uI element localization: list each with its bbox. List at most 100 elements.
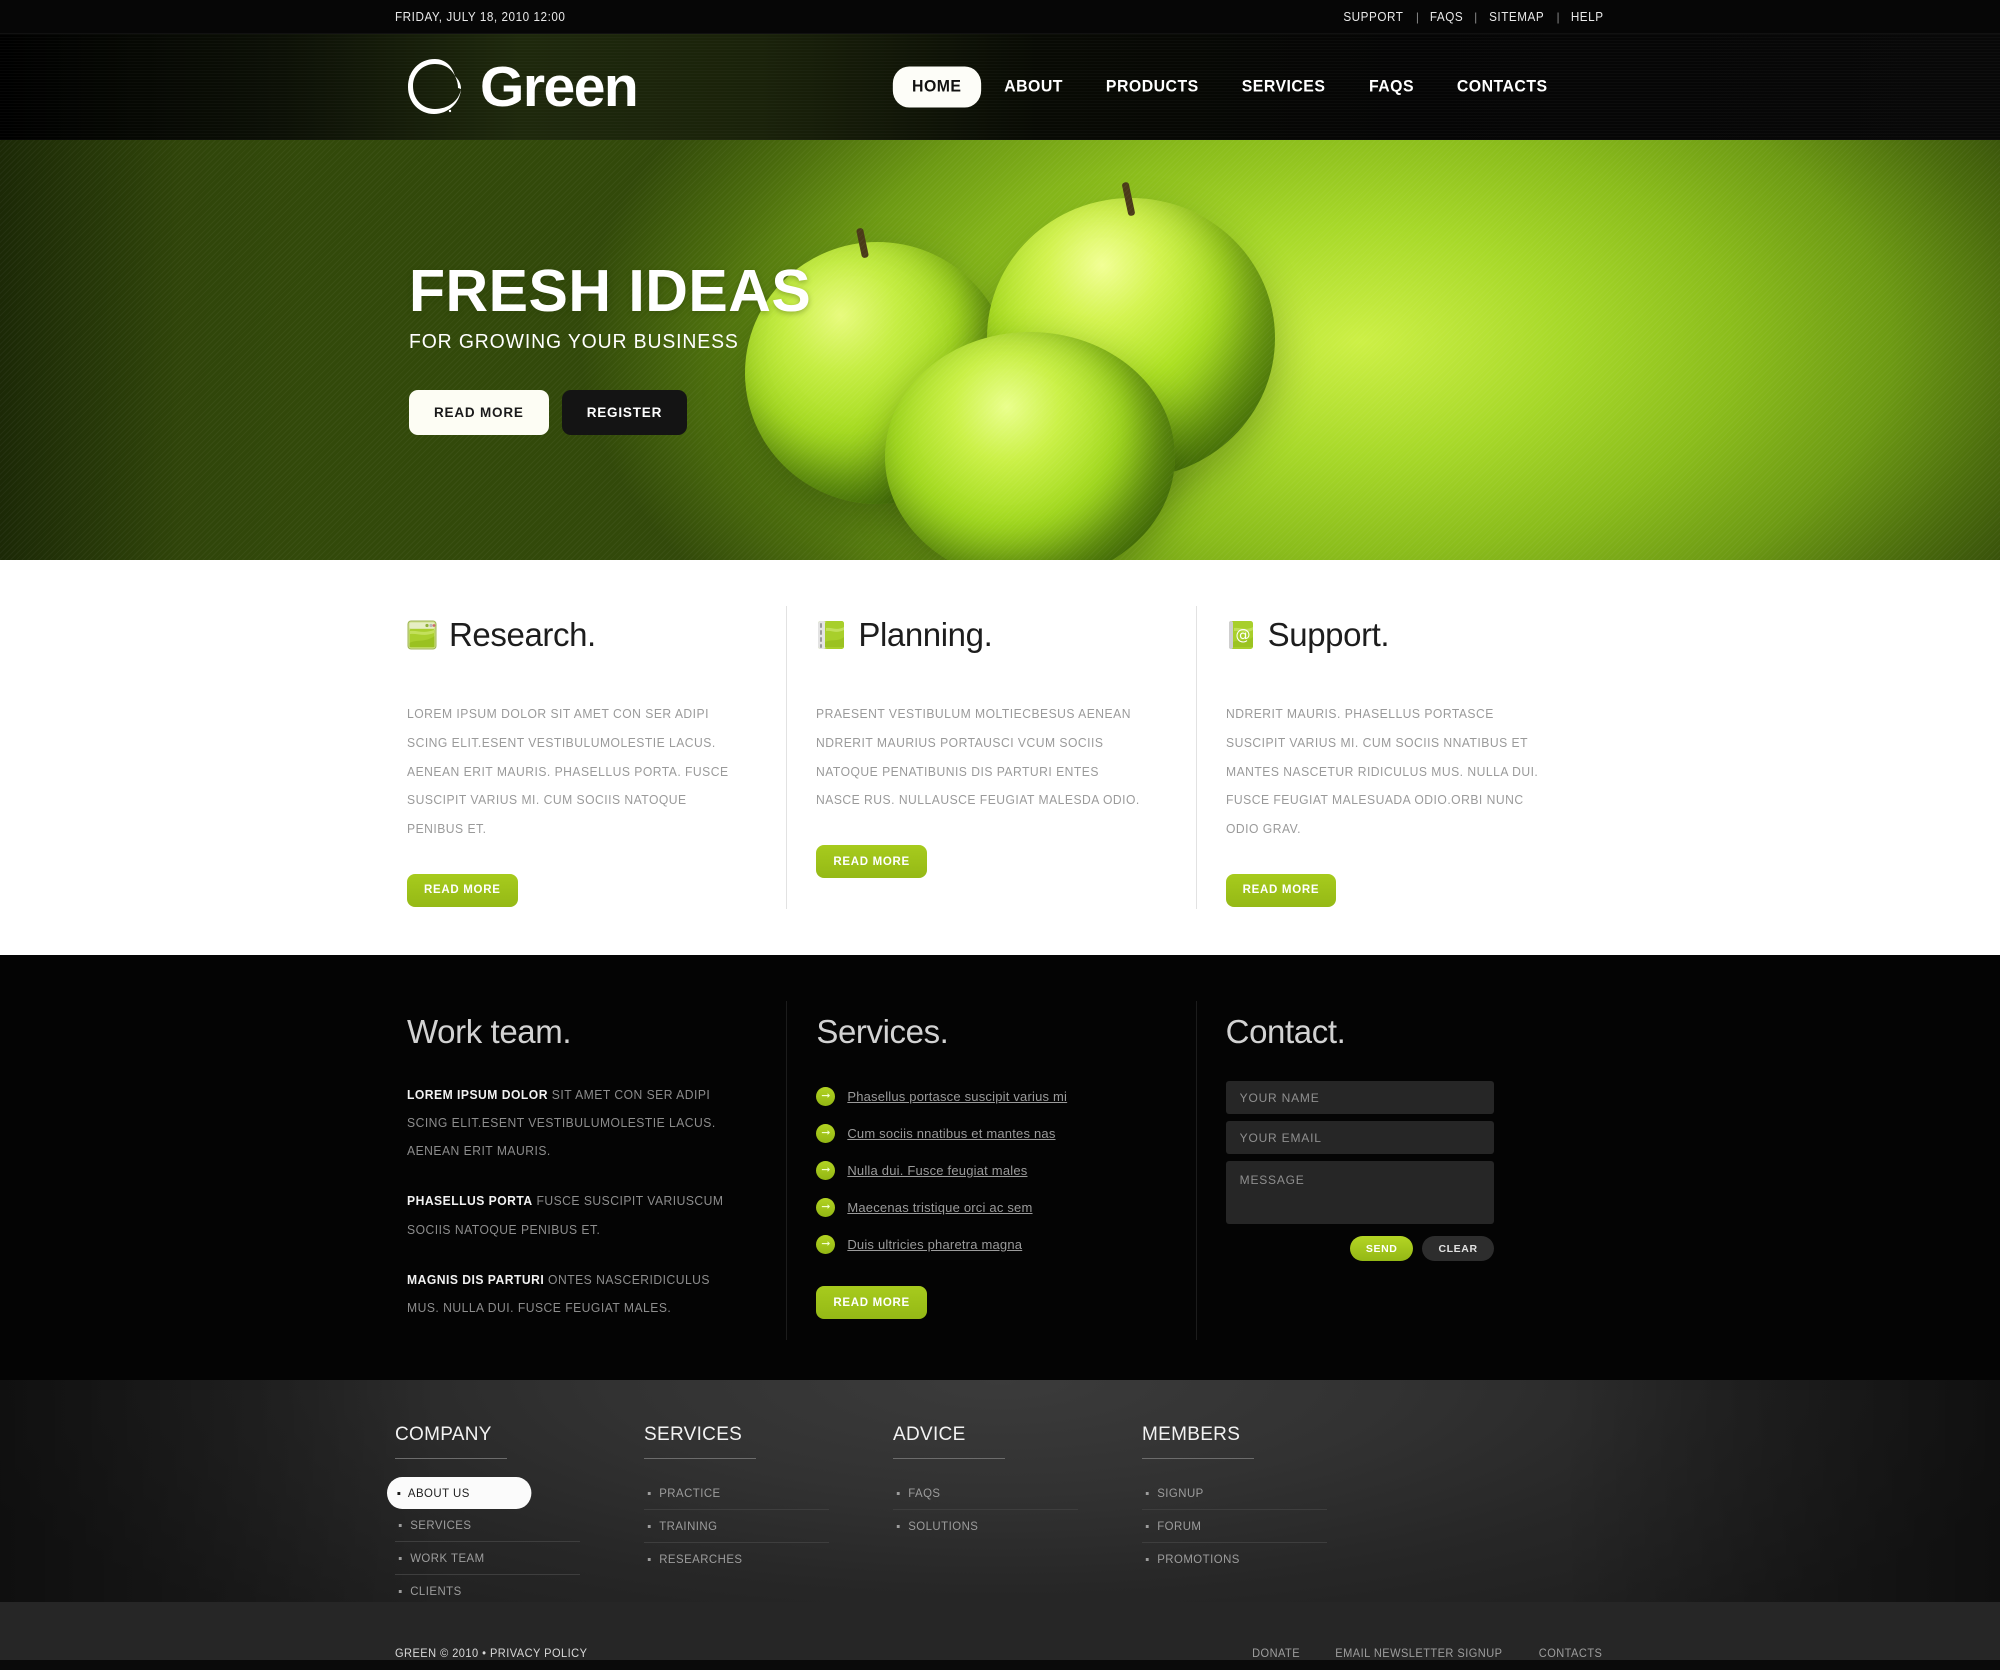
list-item[interactable]: PROMOTIONS <box>1142 1543 1327 1575</box>
nav-item-contacts[interactable]: CONTACTS <box>1437 67 1566 108</box>
nav-item-products[interactable]: PRODUCTS <box>1087 67 1218 108</box>
column-divider <box>1195 1001 1197 1340</box>
service-link[interactable]: Maecenas tristique orci ac sem <box>847 1200 1032 1215</box>
footer-column-advice: ADVICE FAQS SOLUTIONS <box>893 1424 1078 1607</box>
paragraph-lead: LOREM IPSUM DOLOR <box>407 1088 548 1102</box>
footer-link-list: FAQS SOLUTIONS <box>893 1477 1078 1542</box>
list-item[interactable]: ➞ Phasellus portasce suscipit varius mi <box>816 1087 1155 1106</box>
list-item[interactable]: TRAINING <box>644 1510 829 1543</box>
footer-bottom-links: DONATE EMAIL NEWSLETTER SIGNUP CONTACTS <box>1250 1646 1605 1660</box>
arrow-right-circle-icon: ➞ <box>816 1198 836 1217</box>
notebook-icon <box>816 619 846 651</box>
brush-circle-icon <box>403 55 467 119</box>
footer-link-researches[interactable]: RESEARCHES <box>644 1543 820 1575</box>
service-link[interactable]: Duis ultricies pharetra magna <box>847 1237 1022 1252</box>
footer-link-practice[interactable]: PRACTICE <box>644 1477 820 1509</box>
footer-link-forum[interactable]: FORUM <box>1142 1510 1318 1542</box>
footer-link-list: PRACTICE TRAINING RESEARCHES <box>644 1477 829 1575</box>
nav-item-faqs[interactable]: FAQS <box>1349 67 1432 108</box>
list-item[interactable]: SOLUTIONS <box>893 1510 1078 1542</box>
footer-link-list: SIGNUP FORUM PROMOTIONS <box>1142 1477 1327 1575</box>
hero-read-more-button[interactable]: READ MORE <box>409 390 549 435</box>
top-bar: FRIDAY, JULY 18, 2010 12:00 SUPPORT | FA… <box>0 0 2000 34</box>
footer-link-work-team[interactable]: WORK TEAM <box>395 1542 571 1574</box>
paragraph-lead: PHASELLUS PORTA <box>407 1194 533 1209</box>
feature-body: PRAESENT VESTIBULUM MOLTIECBESUS AENEAN … <box>816 707 1141 808</box>
apple-front <box>885 332 1175 560</box>
list-item[interactable]: SIGNUP <box>1142 1477 1327 1510</box>
feature-body: NDRERIT MAURIS. PHASELLUS PORTASCE SUSCI… <box>1225 707 1538 836</box>
link-separator: | <box>1556 9 1560 24</box>
footer-link-newsletter[interactable]: EMAIL NEWSLETTER SIGNUP <box>1335 1646 1502 1660</box>
features-section: Research. LOREM IPSUM DOLOR SIT AMET CON… <box>0 560 2000 955</box>
footer-bottom-bar: GREEN © 2010 • PRIVACY POLICY DONATE EMA… <box>0 1602 2000 1660</box>
contact-column: Contact. SEND CLEAR <box>1195 955 1605 1380</box>
list-item[interactable]: FORUM <box>1142 1510 1327 1543</box>
feature-title: Planning. <box>858 616 993 653</box>
list-item[interactable]: RESEARCHES <box>644 1543 829 1575</box>
footer-link-signup[interactable]: SIGNUP <box>1142 1477 1318 1509</box>
service-link[interactable]: Nulla dui. Fusce feugiat males <box>847 1163 1027 1178</box>
at-sign-book-icon: @ <box>1226 619 1256 651</box>
list-item[interactable]: SERVICES <box>395 1509 580 1542</box>
feature-title: Support. <box>1267 616 1390 653</box>
nav-item-home[interactable]: HOME <box>893 66 981 108</box>
list-item[interactable]: ➞ Duis ultricies pharetra magna <box>816 1235 1155 1254</box>
contact-title: Contact. <box>1225 1013 1346 1050</box>
footer-link-contacts[interactable]: CONTACTS <box>1539 1646 1603 1660</box>
list-item[interactable]: PRACTICE <box>644 1477 829 1510</box>
hero-title: FRESH IDEAS <box>409 258 812 324</box>
name-field[interactable] <box>1225 1081 1494 1114</box>
send-button[interactable]: SEND <box>1349 1236 1414 1261</box>
current-date: FRIDAY, JULY 18, 2010 12:00 <box>395 9 566 24</box>
clear-button[interactable]: CLEAR <box>1422 1236 1494 1261</box>
footer-link-about-us[interactable]: ABOUT US <box>387 1477 532 1509</box>
email-field[interactable] <box>1225 1121 1494 1154</box>
footer-link-list: ABOUT US SERVICES WORK TEAM CLIENTS <box>387 1477 580 1607</box>
work-team-paragraph: PHASELLUS PORTA FUSCE SUSCIPIT VARIUSCUM… <box>407 1187 736 1243</box>
feature-title: Research. <box>449 616 596 653</box>
footer-link-faqs[interactable]: FAQS <box>893 1477 1069 1509</box>
footer-column-company: COMPANY ABOUT US SERVICES WORK TEAM CLIE… <box>387 1424 580 1607</box>
utility-link-help[interactable]: HELP <box>1570 9 1603 24</box>
copyright-text: GREEN © 2010 • PRIVACY POLICY <box>395 1646 588 1660</box>
list-item[interactable]: WORK TEAM <box>395 1542 580 1575</box>
site-header: Green HOME ABOUT PRODUCTS SERVICES FAQS … <box>0 34 2000 140</box>
main-navigation: HOME ABOUT PRODUCTS SERVICES FAQS CONTAC… <box>891 66 1569 108</box>
utility-link-faqs[interactable]: FAQS <box>1430 9 1463 24</box>
message-field[interactable] <box>1225 1161 1494 1224</box>
list-item[interactable]: ABOUT US <box>387 1477 580 1509</box>
site-logo[interactable]: Green <box>403 55 639 119</box>
footer-link-services[interactable]: SERVICES <box>395 1509 571 1541</box>
services-read-more-button[interactable]: READ MORE <box>816 1286 927 1319</box>
service-link[interactable]: Phasellus portasce suscipit varius mi <box>847 1089 1067 1104</box>
apple-right <box>987 198 1275 478</box>
feature-read-more-button[interactable]: READ MORE <box>816 845 927 878</box>
footer-link-training[interactable]: TRAINING <box>644 1510 820 1542</box>
footer-column-members: MEMBERS SIGNUP FORUM PROMOTIONS <box>1142 1424 1327 1607</box>
utility-link-support[interactable]: SUPPORT <box>1343 9 1403 24</box>
list-item[interactable]: ➞ Maecenas tristique orci ac sem <box>816 1198 1155 1217</box>
nav-item-about[interactable]: ABOUT <box>985 67 1082 108</box>
feature-read-more-button[interactable]: READ MORE <box>1225 873 1337 907</box>
feature-card-support: @ Support. NDRERIT MAURIS. PHASELLUS POR… <box>1195 560 1605 955</box>
services-column: Services. ➞ Phasellus portasce suscipit … <box>786 955 1195 1380</box>
page-root: FRIDAY, JULY 18, 2010 12:00 SUPPORT | FA… <box>0 0 2000 1670</box>
service-link[interactable]: Cum sociis nnatibus et mantes nas <box>847 1126 1055 1141</box>
arrow-right-circle-icon: ➞ <box>816 1124 836 1143</box>
nav-item-services[interactable]: SERVICES <box>1223 67 1345 108</box>
feature-read-more-button[interactable]: READ MORE <box>407 873 518 907</box>
footer-column-title: SERVICES <box>644 1424 756 1459</box>
footer-link-solutions[interactable]: SOLUTIONS <box>893 1510 1069 1542</box>
footer-link-promotions[interactable]: PROMOTIONS <box>1142 1543 1318 1575</box>
footer-link-donate[interactable]: DONATE <box>1252 1646 1300 1660</box>
list-item[interactable]: ➞ Nulla dui. Fusce feugiat males <box>816 1161 1155 1180</box>
work-team-paragraph: LOREM IPSUM DOLOR SIT AMET CON SER ADIPI… <box>407 1081 736 1165</box>
hero-register-button[interactable]: REGISTER <box>561 390 688 435</box>
list-item[interactable]: ➞ Cum sociis nnatibus et mantes nas <box>816 1124 1155 1143</box>
utility-links: SUPPORT | FAQS | SITEMAP | HELP <box>1340 9 1605 24</box>
list-item[interactable]: FAQS <box>893 1477 1078 1510</box>
utility-link-sitemap[interactable]: SITEMAP <box>1489 9 1544 24</box>
arrow-right-circle-icon: ➞ <box>816 1161 836 1180</box>
work-team-paragraph: MAGNIS DIS PARTURI ONTES NASCERIDICULUS … <box>407 1266 736 1322</box>
